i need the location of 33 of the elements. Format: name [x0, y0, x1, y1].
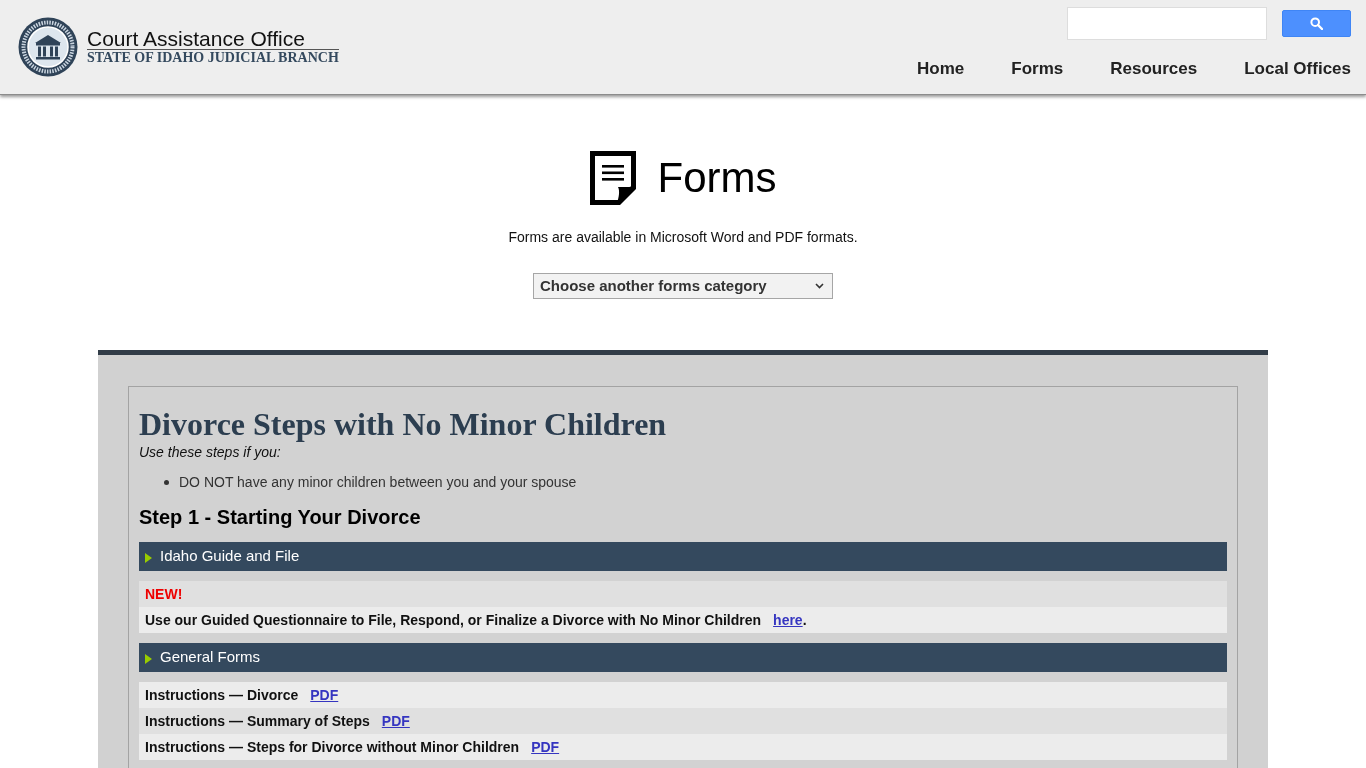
pdf-link[interactable]: PDF	[531, 736, 560, 758]
accordion-header[interactable]: Idaho Guide and File	[139, 542, 1227, 571]
document-icon	[589, 151, 636, 205]
accordion-header[interactable]: General Forms	[139, 643, 1227, 672]
search-button[interactable]	[1282, 10, 1351, 37]
step-heading: Step 1 - Starting Your Divorce	[139, 505, 422, 529]
triangle-right-icon	[145, 553, 152, 563]
site-title: Court Assistance Office	[87, 28, 306, 49]
questionnaire-text: Use our Guided Questionnaire to File, Respond, or Finalize a Divorce with No Minor Children here.	[145, 610, 807, 630]
chevron-down-icon	[815, 283, 824, 289]
guide-title: Divorce Steps with No Minor Children	[139, 406, 668, 443]
here-link[interactable]: here	[773, 611, 803, 628]
page-title: Forms	[657, 154, 777, 202]
category-dropdown[interactable]: Choose another forms category	[533, 273, 833, 299]
form-name: Instructions — Summary of Steps	[145, 711, 370, 731]
condition-text: DO NOT have any minor children between you and your spouse	[179, 473, 577, 491]
intro-text: Forms are available in Microsoft Word and PDF formats.	[508, 229, 858, 245]
guide-lead: Use these steps if you:	[139, 443, 282, 461]
triangle-right-icon	[145, 654, 152, 664]
courthouse-seal-icon	[18, 17, 78, 77]
pdf-link[interactable]: PDF	[310, 684, 339, 706]
search-field[interactable]	[1067, 7, 1267, 40]
search-icon	[1310, 17, 1323, 30]
nav-link[interactable]: Local Offices	[1244, 59, 1351, 79]
pdf-link[interactable]: PDF	[381, 710, 410, 732]
nav-link[interactable]: Forms	[1011, 59, 1064, 79]
nav-link[interactable]: Home	[917, 59, 965, 79]
nav-link[interactable]: Resources	[1110, 59, 1198, 79]
bullet-icon	[164, 479, 169, 485]
new-label: NEW!	[145, 584, 183, 604]
form-name: Instructions — Divorce	[145, 685, 299, 705]
site-subtitle: STATE OF IDAHO JUDICIAL BRANCH	[87, 50, 339, 65]
form-name: Instructions — Steps for Divorce without Minor Children	[145, 737, 520, 757]
